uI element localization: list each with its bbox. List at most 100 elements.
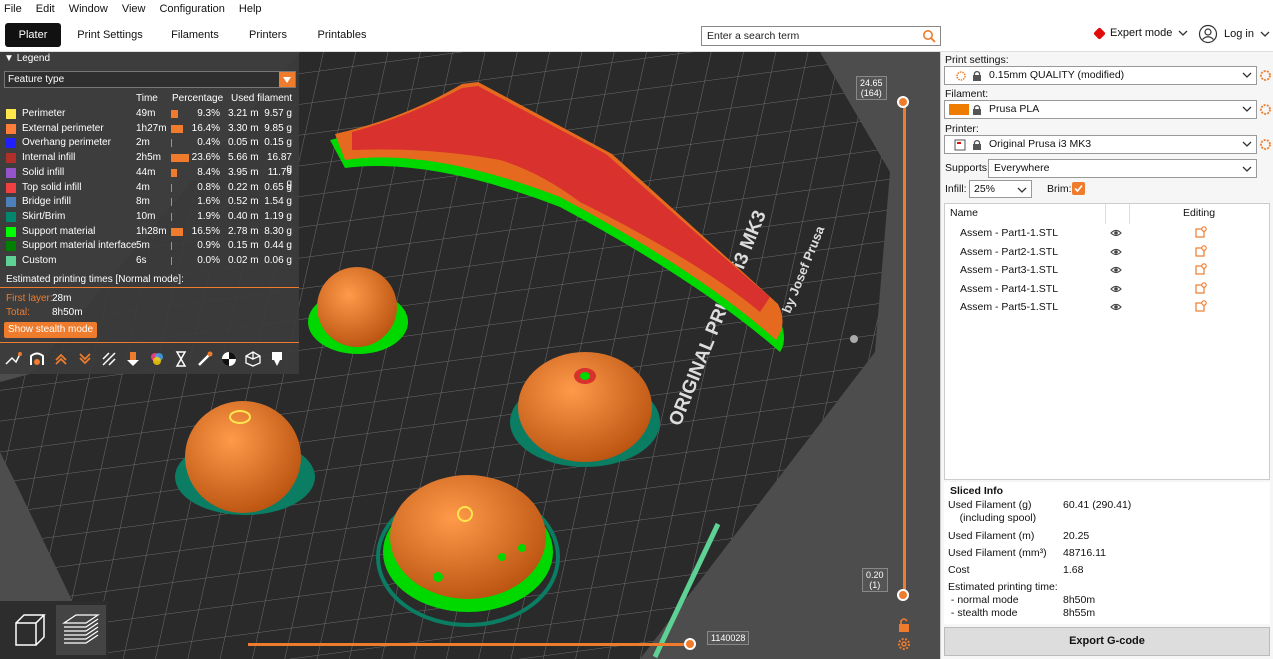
gear-icon[interactable] [1259, 103, 1272, 116]
show-stealth-mode-button[interactable]: Show stealth mode [4, 322, 98, 338]
menu-help[interactable]: Help [239, 3, 262, 15]
layer-slider-bottom-thumb[interactable] [897, 589, 909, 601]
menu-file[interactable]: File [4, 3, 22, 15]
mode-selector[interactable]: Expert mode [1093, 26, 1190, 40]
eye-icon[interactable] [1110, 227, 1122, 239]
shells-icon[interactable] [244, 350, 262, 368]
edit-settings-icon[interactable] [1195, 244, 1207, 257]
tab-printers[interactable]: Printers [241, 23, 295, 47]
legend-percentage-bar [171, 257, 172, 265]
mode-indicator-icon [1093, 26, 1106, 40]
tab-print-settings[interactable]: Print Settings [70, 23, 150, 47]
retractions-icon[interactable] [52, 350, 70, 368]
object-list-header-editing: Editing [1183, 207, 1216, 219]
eye-icon[interactable] [1110, 264, 1122, 276]
legend-header[interactable]: ▼ Legend [0, 52, 299, 66]
object-row[interactable]: Assem - Part3-1.STL [945, 261, 1269, 279]
legend-weight: 0.65 g [264, 181, 292, 193]
3d-viewport[interactable]: ORIGINAL PRUSA i3 MK3 by Josef Prusa ▼ L [0, 52, 940, 659]
checkmark-icon [1074, 184, 1083, 193]
legend-view-type-select[interactable]: Feature type [4, 71, 296, 88]
login-label: Log in [1224, 28, 1254, 40]
legend-row[interactable]: Support material 1h28m 16.5% 2.78 m 8.30 g [0, 225, 299, 239]
3d-view-icon[interactable] [4, 605, 54, 655]
gear-icon[interactable] [1259, 138, 1272, 151]
print-settings-combo[interactable]: 0.15mm QUALITY (modified) [944, 66, 1257, 85]
sliced-info-label: Used Filament (m) [948, 530, 1035, 542]
legend-row[interactable]: External perimeter 1h27m 16.4% 3.30 m 9.85 g [0, 122, 299, 136]
view-switcher [0, 601, 108, 659]
legend-row[interactable]: Top solid infill 4m 0.8% 0.22 m 0.65 g [0, 181, 299, 195]
menu-view[interactable]: View [122, 3, 146, 15]
legend-row[interactable]: Custom 6s 0.0% 0.02 m 0.06 g [0, 254, 299, 268]
layer-slider-bottom-layer: (1) [869, 580, 881, 590]
print-settings-label: Print settings: [945, 54, 1009, 66]
legend-length: 0.40 m [228, 210, 259, 222]
preview-layers-icon[interactable] [56, 605, 106, 655]
edit-settings-icon[interactable] [1195, 281, 1207, 294]
lock-icon [973, 139, 981, 150]
legend-percentage-bar [171, 168, 178, 177]
move-slider-track[interactable] [248, 643, 691, 646]
menu-configuration[interactable]: Configuration [159, 3, 224, 15]
legend-time: 4m [136, 181, 150, 193]
menu-window[interactable]: Window [69, 3, 108, 15]
legend-swatch [6, 226, 16, 237]
tool-marker-icon[interactable] [268, 350, 286, 368]
custom-gcode-icon[interactable] [196, 350, 214, 368]
chevron-down-icon [1242, 72, 1252, 78]
gear-icon[interactable] [896, 636, 912, 652]
eye-icon[interactable] [1110, 283, 1122, 295]
search-icon[interactable] [922, 29, 936, 43]
pause-prints-icon[interactable] [172, 350, 190, 368]
eye-icon[interactable] [1110, 301, 1122, 313]
filament-combo[interactable]: Prusa PLA [944, 100, 1257, 119]
edit-settings-icon[interactable] [1195, 263, 1207, 275]
object-row[interactable]: Assem - Part5-1.STL [945, 298, 1269, 316]
tab-plater[interactable]: Plater [5, 23, 61, 47]
sliced-info-label: Used Filament (g) [948, 499, 1032, 511]
infill-combo[interactable]: 25% [969, 180, 1032, 198]
sliced-info-label: - stealth mode [948, 607, 1018, 619]
edit-settings-icon[interactable] [1195, 300, 1207, 312]
legend-feature-name: Custom [22, 255, 57, 266]
export-gcode-button[interactable]: Export G-code [944, 627, 1270, 656]
object-row[interactable]: Assem - Part4-1.STL [945, 280, 1269, 298]
center-of-gravity-icon[interactable] [220, 350, 238, 368]
wipe-icon[interactable] [28, 350, 46, 368]
legend-percentage-bar [171, 110, 178, 118]
layer-slider-top-thumb[interactable] [897, 96, 909, 108]
gear-icon[interactable] [1259, 69, 1272, 82]
legend-row[interactable]: Perimeter 49m 9.3% 3.21 m 9.57 g [0, 107, 299, 121]
deretractions-icon[interactable] [76, 350, 94, 368]
tab-printables[interactable]: Printables [310, 23, 374, 47]
brim-checkbox[interactable] [1072, 182, 1085, 195]
tool-changes-icon[interactable] [124, 350, 142, 368]
login-button[interactable]: Log in [1198, 24, 1272, 44]
eye-icon[interactable] [1110, 246, 1122, 258]
legend-row[interactable]: Support material interface 5m 0.9% 0.15 m 0.… [0, 239, 299, 253]
tab-filaments[interactable]: Filaments [163, 23, 227, 47]
legend-feature-name: Perimeter [22, 108, 66, 119]
legend-row[interactable]: Overhang perimeter 2m 0.4% 0.05 m 0.15 g [0, 136, 299, 150]
travel-icon[interactable] [4, 350, 22, 368]
color-changes-icon[interactable] [148, 350, 166, 368]
legend-row[interactable]: Internal infill 2h5m 23.6% 5.66 m 16.87 g [0, 151, 299, 174]
edit-settings-icon[interactable] [1195, 226, 1207, 238]
layer-slider-track[interactable] [903, 102, 906, 595]
menu-edit[interactable]: Edit [36, 3, 55, 15]
seams-icon[interactable] [100, 350, 118, 368]
printer-combo[interactable]: Original Prusa i3 MK3 [944, 135, 1257, 154]
object-row[interactable]: Assem - Part1-1.STL [945, 224, 1269, 242]
move-slider-thumb[interactable] [684, 638, 696, 650]
legend-row[interactable]: Skirt/Brim 10m 1.9% 0.40 m 1.19 g [0, 210, 299, 224]
sliced-info-label: Estimated printing time: [948, 581, 1058, 593]
search-input[interactable]: Enter a search term [701, 26, 941, 46]
legend-row[interactable]: Solid infill 44m 8.4% 3.95 m 11.79 g [0, 166, 299, 189]
supports-combo[interactable]: Everywhere [988, 159, 1257, 178]
object-row[interactable]: Assem - Part2-1.STL [945, 243, 1269, 261]
legend-weight: 9.85 g [264, 122, 292, 134]
lock-icon[interactable] [896, 617, 912, 633]
legend-time: 44m [136, 166, 156, 178]
legend-row[interactable]: Bridge infill 8m 1.6% 0.52 m 1.54 g [0, 195, 299, 209]
